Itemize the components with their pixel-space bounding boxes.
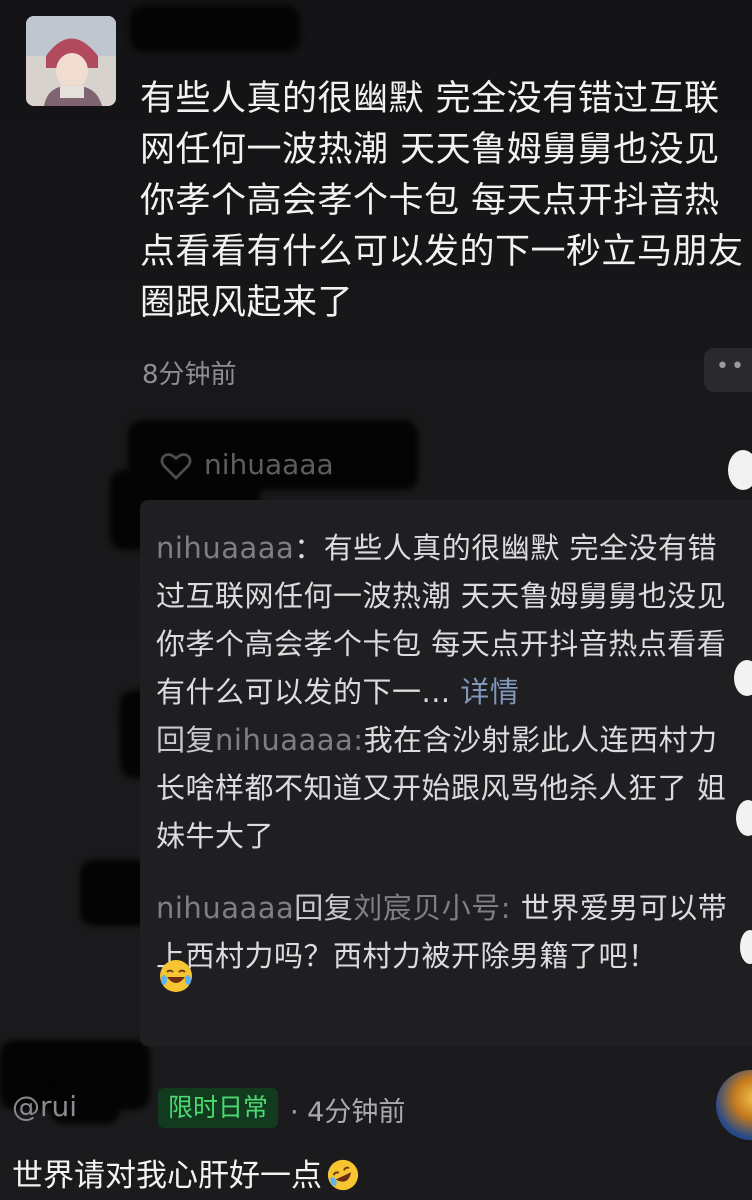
reply-target[interactable]: 刘宸贝小号: xyxy=(353,891,511,925)
redaction-mark xyxy=(130,6,300,52)
tears-of-joy-emoji xyxy=(160,960,192,992)
like-username[interactable]: nihuaaaa xyxy=(204,448,334,481)
rolling-laughing-emoji xyxy=(327,1159,359,1191)
avatar-photo-icon xyxy=(26,16,116,106)
reply-author[interactable]: nihuaaaa xyxy=(156,891,294,925)
bottom-username[interactable]: @rui xyxy=(12,1090,77,1123)
bottom-timestamp: · 4分钟前 xyxy=(290,1097,406,1128)
bottom-comment: 世界请对我心肝好一点 xyxy=(12,1150,360,1195)
side-bubble-shape xyxy=(728,450,752,490)
bottom-comment-text: 世界请对我心肝好一点 xyxy=(12,1158,322,1194)
reply-verb: 回复 xyxy=(294,891,354,925)
more-dots-icon: •• xyxy=(716,354,746,379)
limited-daily-tag[interactable]: 限时日常 xyxy=(158,1088,279,1128)
post-timestamp: 8分钟前 xyxy=(142,360,237,390)
detail-link[interactable]: 详情 xyxy=(460,675,519,709)
reply-item: 回复nihuaaaa:我在含沙射影此人连西村力长啥样都不知道又开始跟风骂他杀人狂… xyxy=(156,716,746,860)
post-content: 有些人真的很幽默 完全没有错过互联网任何一波热潮 天天鲁姆舅舅也没见你孝个高会孝… xyxy=(140,79,744,323)
reply-verb: 回复 xyxy=(156,723,216,757)
reply-target[interactable]: nihuaaaa: xyxy=(215,723,364,757)
quoted-author[interactable]: nihuaaaa xyxy=(156,531,294,565)
quoted-comment: nihuaaaa：有些人真的很幽默 完全没有错过互联网任何一波热潮 天天鲁姆舅舅… xyxy=(156,531,727,709)
user-avatar[interactable] xyxy=(26,16,116,106)
reply-item: nihuaaaa回复刘宸贝小号: 世界爱男可以带上西村力吗？西村力被开除男籍了吧… xyxy=(156,884,746,980)
heart-outline-icon[interactable] xyxy=(158,448,194,484)
